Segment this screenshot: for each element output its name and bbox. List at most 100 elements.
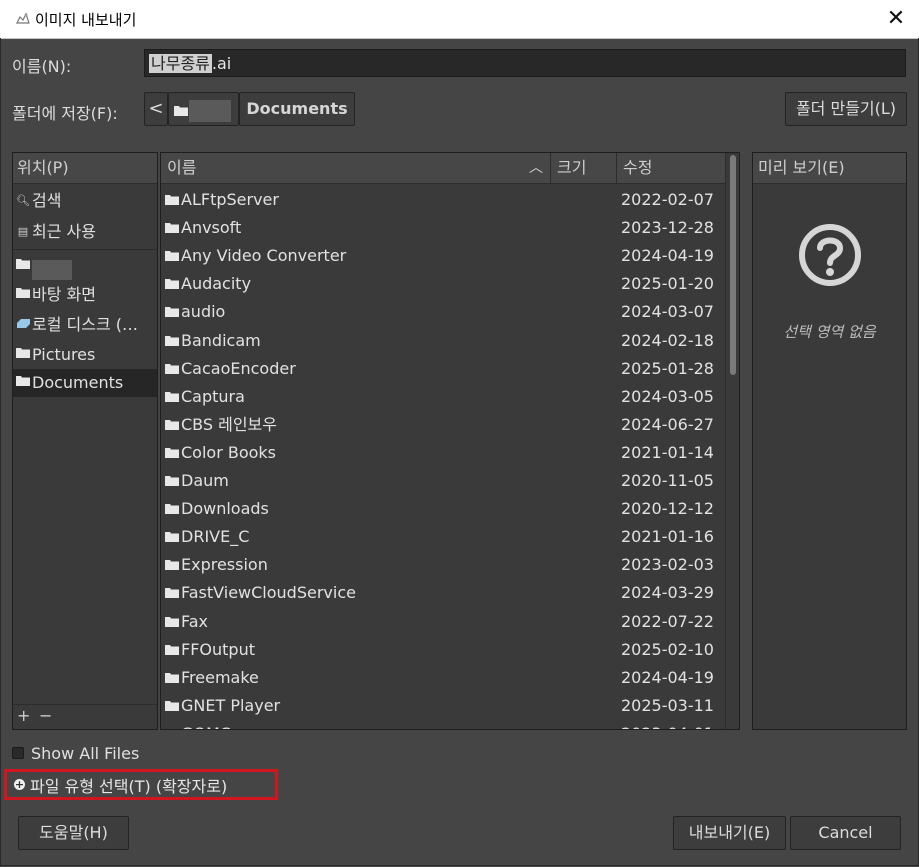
file-name: Bandicam (181, 330, 261, 350)
file-name: CacaoEncoder (181, 358, 296, 378)
export-button[interactable]: 내보내기(E) (673, 816, 786, 850)
place-label: 로컬 디스크 (… (32, 315, 139, 334)
place-pictures[interactable]: Pictures (13, 341, 157, 369)
folder-icon (165, 411, 179, 439)
file-modified: 2024-03-07 (621, 302, 714, 322)
question-icon (799, 224, 861, 286)
file-row[interactable]: GOMCap 2023-04-01 (161, 720, 725, 729)
folder-icon (165, 439, 179, 467)
folder-icon (165, 383, 179, 411)
place-label: 검색 (32, 191, 62, 210)
column-modified[interactable]: 수정 (617, 153, 725, 183)
search-icon: 🔍︎ (16, 194, 30, 207)
file-row[interactable]: Any Video Converter 2024-04-19 (161, 242, 725, 270)
place-recent[interactable]: ▤ 최근 사용 (13, 218, 157, 246)
file-row[interactable]: FFOutput 2025-02-10 (161, 636, 725, 664)
file-modified: 2020-12-12 (621, 499, 714, 519)
path-back-button[interactable]: < (144, 92, 168, 126)
file-row[interactable]: Downloads 2020-12-12 (161, 495, 725, 523)
redacted-username (189, 100, 231, 122)
file-name: FastViewCloudService (181, 583, 356, 603)
checkbox-box[interactable] (12, 747, 24, 759)
help-button[interactable]: 도움말(H) (18, 816, 129, 850)
file-modified: 2022-07-22 (621, 611, 714, 631)
file-name: Fax (181, 611, 209, 631)
name-label: 이름(N): (12, 57, 72, 76)
place-desktop[interactable]: 바탕 화면 (13, 281, 157, 309)
file-name: Freemake (181, 667, 259, 687)
file-row[interactable]: Expression 2023-02-03 (161, 551, 725, 579)
folder-icon (165, 551, 179, 579)
close-button[interactable]: ✕ (873, 0, 919, 38)
folder-icon (165, 298, 179, 326)
places-footer: + − (13, 704, 157, 729)
folder-icon (165, 327, 179, 355)
place-local-disk[interactable]: 로컬 디스크 (… (13, 311, 157, 339)
file-modified: 2024-03-29 (621, 583, 714, 603)
file-row[interactable]: Fax 2022-07-22 (161, 608, 725, 636)
file-name: ALFtpServer (181, 190, 279, 209)
folder-icon (165, 636, 179, 664)
file-type-expander[interactable]: + 파일 유형 선택(T) (확장자로) (4, 769, 278, 800)
place-label: Pictures (32, 345, 96, 364)
file-row[interactable]: DRIVE_C 2021-01-16 (161, 523, 725, 551)
folder-icon (165, 692, 179, 720)
place-search[interactable]: 🔍︎ 검색 (13, 187, 157, 215)
file-modified: 2025-01-28 (621, 358, 714, 378)
file-row[interactable]: Audacity 2025-01-20 (161, 270, 725, 298)
gimp-app-icon (16, 12, 30, 24)
file-row[interactable]: ALFtpServer 2022-02-07 (161, 186, 725, 214)
folder-icon (165, 242, 179, 270)
file-row[interactable]: audio 2024-03-07 (161, 298, 725, 326)
column-name[interactable]: 이름 ︿ (161, 153, 551, 183)
file-modified: 2023-12-28 (621, 218, 714, 238)
window-title: 이미지 내보내기 (35, 11, 137, 29)
folder-icon (16, 369, 30, 397)
path-home-button[interactable] (168, 92, 239, 126)
place-documents[interactable]: Documents (13, 369, 157, 397)
create-folder-button[interactable]: 폴더 만들기(L) (785, 92, 907, 126)
file-modified: 2020-11-05 (621, 471, 714, 490)
file-row[interactable]: FastViewCloudService 2024-03-29 (161, 579, 725, 607)
path-documents-button[interactable]: Documents (239, 92, 355, 126)
file-row[interactable]: CBS 레인보우 2024-06-27 (161, 411, 725, 439)
folder-icon (16, 281, 30, 309)
separator (13, 249, 157, 250)
file-row[interactable]: Anvsoft 2023-12-28 (161, 214, 725, 242)
file-row[interactable]: CacaoEncoder 2025-01-28 (161, 355, 725, 383)
folder-icon (165, 664, 179, 692)
file-row[interactable]: Daum 2020-11-05 (161, 467, 725, 495)
file-modified: 2024-06-27 (621, 414, 714, 434)
column-size[interactable]: 크기 (551, 153, 617, 183)
title-bar: 이미지 내보내기 ✕ (0, 0, 919, 39)
file-row[interactable]: Captura 2024-03-05 (161, 383, 725, 411)
recent-icon: ▤ (17, 225, 29, 238)
cancel-button[interactable]: Cancel (790, 816, 901, 850)
file-modified: 2024-04-19 (621, 667, 714, 687)
file-row[interactable]: Bandicam 2024-02-18 (161, 327, 725, 355)
remove-bookmark-button[interactable]: − (39, 706, 52, 725)
file-name: Captura (181, 386, 245, 406)
add-bookmark-button[interactable]: + (17, 706, 30, 725)
column-label: 이름 (167, 158, 197, 177)
file-type-label: 파일 유형 선택(T) (확장자로) (30, 777, 228, 796)
file-list: 이름 ︿ 크기 수정 ALFtpServer 2022-02-07 Anvsoft 2… (160, 152, 740, 730)
drive-icon (16, 311, 30, 339)
scrollbar-thumb[interactable] (730, 155, 736, 375)
file-row[interactable]: Freemake 2024-04-19 (161, 664, 725, 692)
file-modified: 2023-02-03 (621, 555, 714, 575)
file-row[interactable]: GNET Player 2025-03-11 (161, 692, 725, 720)
file-name: GOMCap (181, 720, 251, 729)
folder-icon (165, 608, 179, 636)
file-list-scrollbar[interactable] (725, 153, 739, 729)
file-name: Expression (181, 555, 268, 575)
preview-pane: 미리 보기(E) 선택 영역 없음 (752, 152, 907, 730)
preview-header: 미리 보기(E) (753, 153, 906, 184)
place-label: Documents (32, 373, 124, 392)
place-home[interactable] (13, 252, 157, 280)
file-row[interactable]: Color Books 2021-01-14 (161, 439, 725, 467)
file-modified: 2024-02-18 (621, 330, 714, 350)
folder-icon (165, 355, 179, 383)
place-label: 최근 사용 (32, 222, 96, 241)
filename-input[interactable]: 나무종류 .ai (144, 49, 906, 77)
